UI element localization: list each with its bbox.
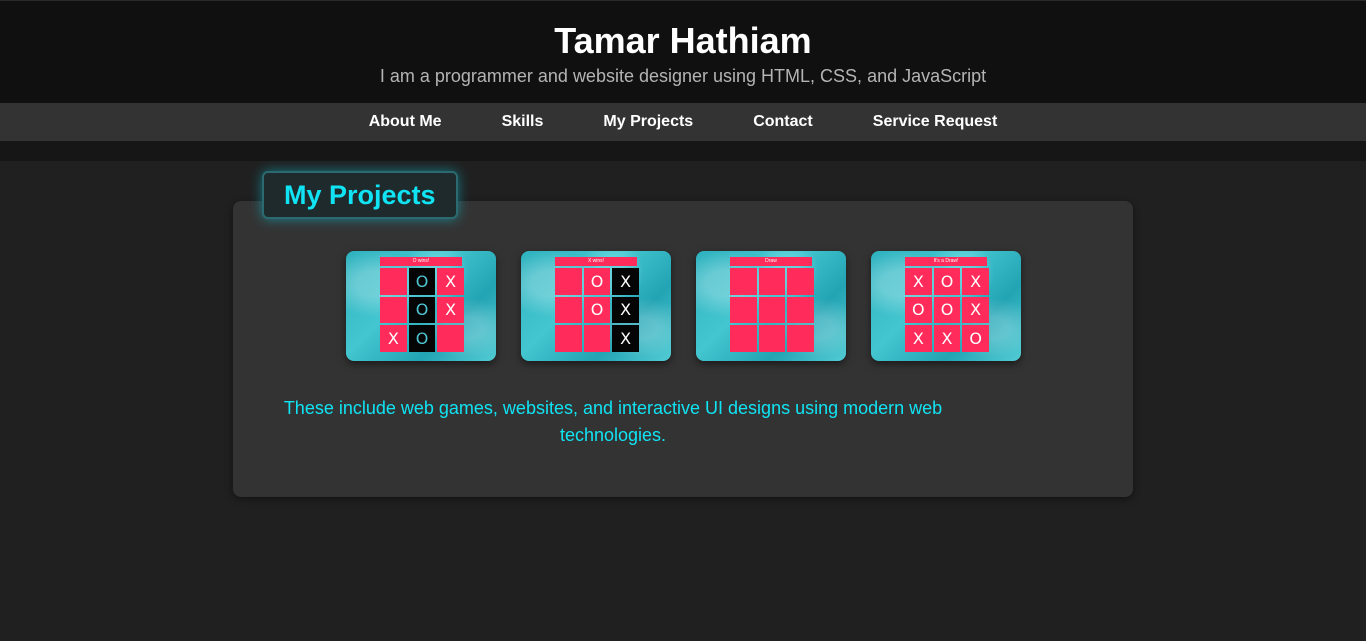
board-cell: X [905,268,932,295]
board-cell [787,296,814,324]
nav-divider [0,141,1366,161]
tic-tac-toe-board: X O X O O X X X O [905,268,989,352]
board-cell [730,268,757,295]
board-cell: O [408,268,436,295]
board-cell [787,325,814,352]
board-status-banner: Draw [730,257,812,266]
board-cell: X [962,296,989,324]
main-nav: About Me Skills My Projects Contact Serv… [0,103,1366,141]
board-cell: X [437,268,464,295]
projects-heading: My Projects [262,171,458,219]
main-content: My Projects O wins! O X O X X O X wins! [0,161,1366,641]
tic-tac-toe-board: O X O X X O [380,268,464,352]
board-cell [758,268,786,295]
board-status-banner: It's a Draw! [905,257,987,266]
tic-tac-toe-board: O X O X X [555,268,639,352]
board-cell [730,296,757,324]
site-title: Tamar Hathiam [554,20,812,61]
board-cell: X [612,325,639,352]
nav-my-projects[interactable]: My Projects [603,113,693,131]
projects-card: O wins! O X O X X O X wins! O X O X X Dr… [233,201,1133,497]
board-cell [555,325,582,352]
board-cell [758,325,786,352]
board-cell [555,268,582,295]
project-thumbnail-4[interactable]: It's a Draw! X O X O O X X X O [871,251,1021,361]
board-cell [555,296,582,324]
project-thumbnail-2[interactable]: X wins! O X O X X [521,251,671,361]
board-cell: O [408,325,436,352]
board-cell: O [933,268,961,295]
project-thumbnail-1[interactable]: O wins! O X O X X O [346,251,496,361]
board-cell: O [962,325,989,352]
board-cell [380,296,407,324]
nav-about-me[interactable]: About Me [369,113,442,131]
board-cell [730,325,757,352]
board-cell: X [905,325,932,352]
board-cell: O [583,296,611,324]
board-cell [437,325,464,352]
projects-description: These include web games, websites, and i… [283,398,943,445]
board-status-banner: X wins! [555,257,637,266]
board-cell: X [612,268,639,295]
board-cell: X [612,296,639,324]
board-cell: X [380,325,407,352]
nav-service-request[interactable]: Service Request [873,113,998,131]
board-cell [583,325,611,352]
board-cell: O [408,296,436,324]
board-status-banner: O wins! [380,257,462,266]
site-header: Tamar Hathiam I am a programmer and webs… [0,0,1366,103]
tic-tac-toe-board [730,268,814,352]
board-cell [758,296,786,324]
board-cell: O [583,268,611,295]
board-cell: X [437,296,464,324]
board-cell [787,268,814,295]
nav-skills[interactable]: Skills [502,113,544,131]
board-cell: X [933,325,961,352]
site-tagline: I am a programmer and website designer u… [379,66,987,86]
project-thumbnail-3[interactable]: Draw [696,251,846,361]
board-cell: O [933,296,961,324]
project-thumbnails: O wins! O X O X X O X wins! O X O X X Dr… [346,251,1021,361]
nav-contact[interactable]: Contact [753,113,813,131]
board-cell [380,268,407,295]
board-cell: X [962,268,989,295]
board-cell: O [905,296,932,324]
